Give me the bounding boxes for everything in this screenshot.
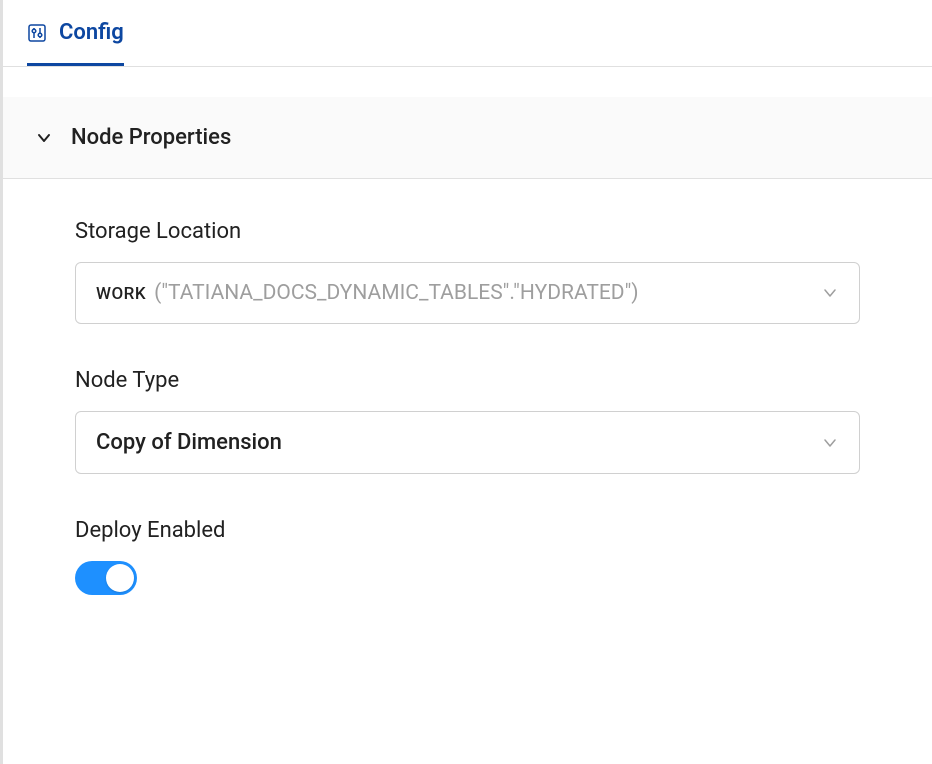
storage-location-select[interactable]: WORK ("TATIANA_DOCS_DYNAMIC_TABLES"."HYD… (75, 262, 860, 324)
deploy-enabled-toggle[interactable] (75, 561, 137, 595)
chevron-down-icon (821, 434, 839, 452)
tab-config[interactable]: Config (27, 20, 124, 66)
chevron-down-icon (35, 129, 53, 147)
deploy-enabled-label: Deploy Enabled (75, 518, 860, 543)
node-type-select[interactable]: Copy of Dimension (75, 411, 860, 474)
node-type-label: Node Type (75, 368, 860, 393)
section-title: Node Properties (71, 125, 231, 150)
storage-location-value: WORK ("TATIANA_DOCS_DYNAMIC_TABLES"."HYD… (96, 281, 639, 305)
config-panel: Config Node Properties Storage Location … (0, 0, 932, 764)
field-node-type: Node Type Copy of Dimension (75, 368, 860, 474)
storage-location-path: ("TATIANA_DOCS_DYNAMIC_TABLES"."HYDRATED… (154, 281, 638, 305)
storage-location-label: Storage Location (75, 219, 860, 244)
storage-location-prefix: WORK (96, 284, 146, 304)
node-type-value: Copy of Dimension (96, 430, 282, 455)
field-deploy-enabled: Deploy Enabled (75, 518, 860, 595)
field-storage-location: Storage Location WORK ("TATIANA_DOCS_DYN… (75, 219, 860, 324)
sliders-icon (27, 23, 47, 43)
section-header-node-properties[interactable]: Node Properties (3, 97, 932, 179)
form-area: Storage Location WORK ("TATIANA_DOCS_DYN… (3, 179, 932, 595)
toggle-knob (106, 564, 134, 592)
node-type-value-wrap: Copy of Dimension (96, 430, 282, 455)
chevron-down-icon (821, 284, 839, 302)
tab-label: Config (59, 20, 124, 45)
tab-bar: Config (3, 0, 932, 67)
